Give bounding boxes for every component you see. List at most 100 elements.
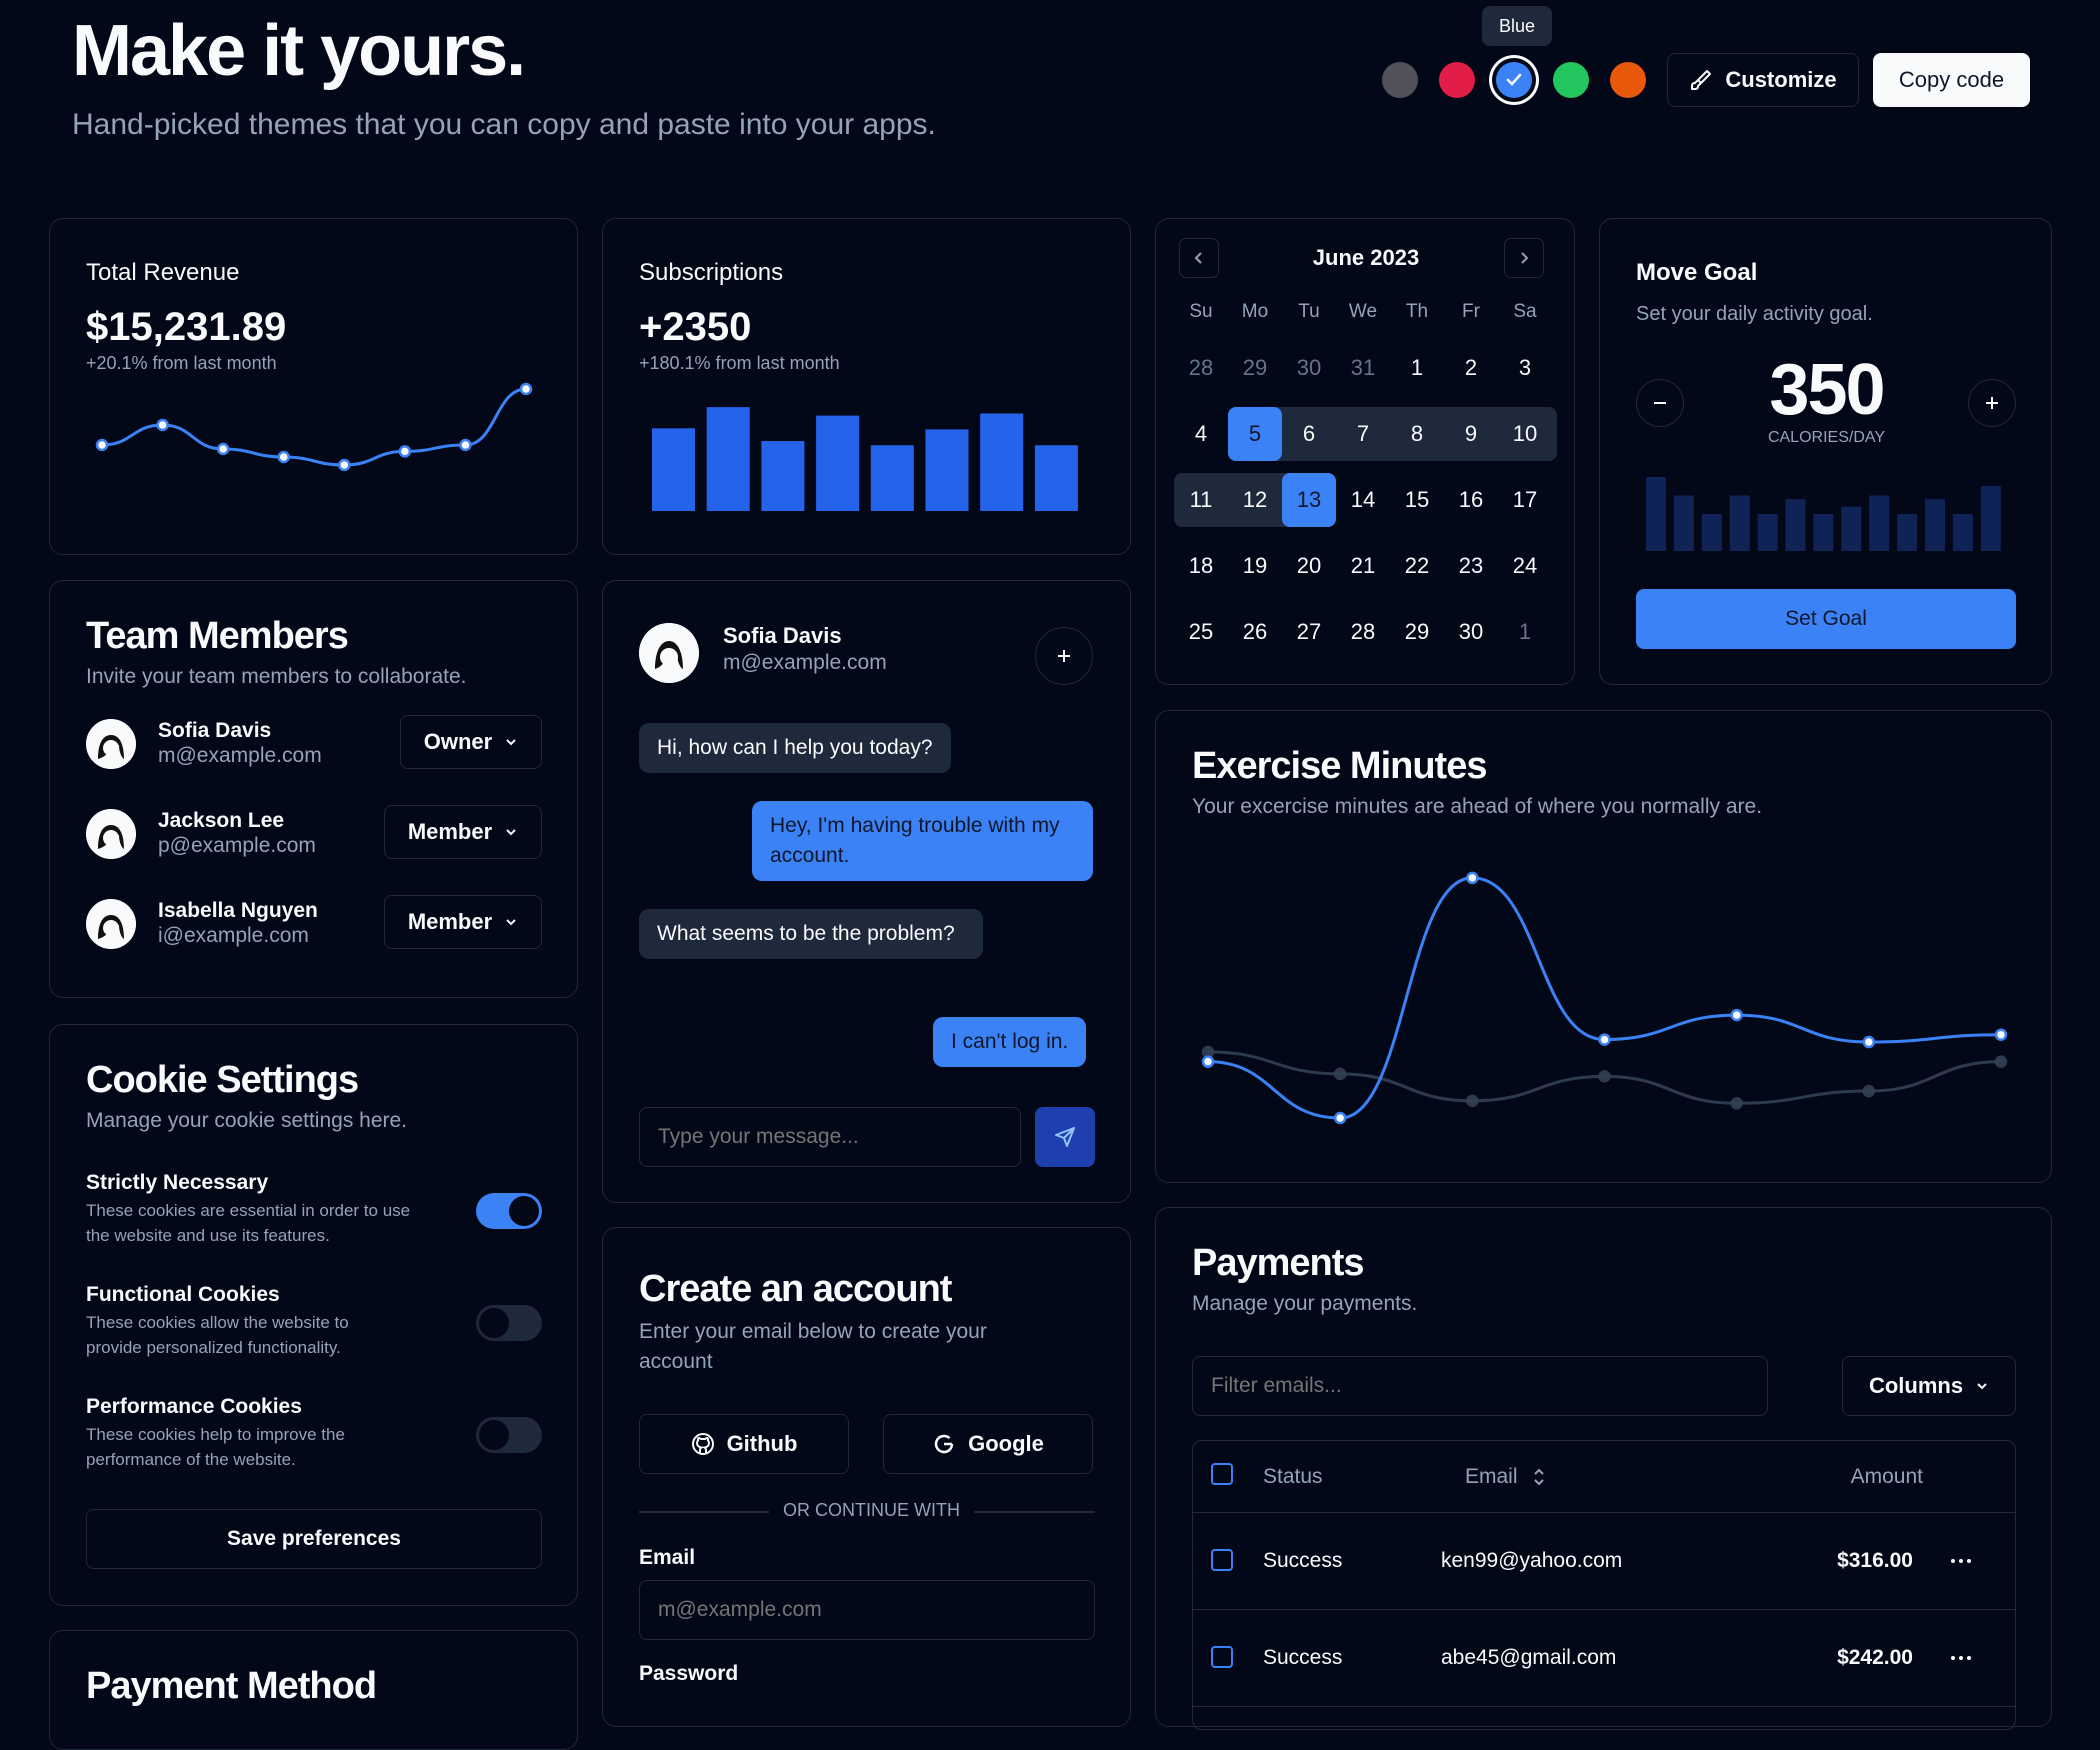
toggle-knob — [509, 1196, 539, 1226]
column-header-status: Status — [1263, 1465, 1323, 1488]
chat-message: Hey, I'm having trouble with my account. — [752, 801, 1093, 881]
exercise-average-point — [1466, 1094, 1479, 1108]
next-month-button[interactable] — [1504, 238, 1544, 278]
page-title: Make it yours. — [72, 11, 526, 91]
calendar-day[interactable]: 9 — [1444, 407, 1498, 461]
row-checkbox[interactable] — [1211, 1549, 1233, 1571]
calendar-day[interactable]: 18 — [1174, 539, 1228, 593]
subscriptions-bar — [761, 441, 805, 511]
set-goal-button[interactable]: Set Goal — [1636, 589, 2016, 649]
exercise-card: Exercise Minutes Your excercise minutes … — [1155, 710, 2052, 1183]
revenue-point — [277, 450, 290, 464]
calendar-day[interactable]: 1 — [1390, 341, 1444, 395]
role-select[interactable]: Owner — [400, 715, 542, 769]
table-row[interactable]: Success ken99@yahoo.com $316.00 — [1193, 1513, 2015, 1610]
calendar-day[interactable]: 1 — [1498, 605, 1552, 659]
calendar-day[interactable]: 29 — [1228, 341, 1282, 395]
calendar-day[interactable]: 3 — [1498, 341, 1552, 395]
goal-bar — [1869, 495, 1890, 551]
calendar-day[interactable]: 21 — [1336, 539, 1390, 593]
calendar-day[interactable]: 17 — [1498, 473, 1552, 527]
row-checkbox[interactable] — [1211, 1646, 1233, 1668]
columns-dropdown[interactable]: Columns — [1842, 1356, 2016, 1416]
calendar-day[interactable]: 27 — [1282, 605, 1336, 659]
toggle-knob — [479, 1308, 509, 1338]
cookie-title: Cookie Settings — [86, 1059, 359, 1101]
calendar-day[interactable]: 15 — [1390, 473, 1444, 527]
calendar-day[interactable]: 5 — [1228, 407, 1282, 461]
member-email: p@example.com — [158, 834, 316, 857]
revenue-point — [95, 438, 109, 452]
email-field[interactable] — [639, 1580, 1095, 1640]
google-button[interactable]: Google — [883, 1414, 1093, 1474]
payments-card: Payments Manage your payments. Columns S… — [1155, 1207, 2052, 1730]
cookie-toggle[interactable] — [476, 1305, 542, 1341]
goal-bar — [1757, 514, 1778, 551]
calendar-day[interactable]: 6 — [1282, 407, 1336, 461]
github-button[interactable]: Github — [639, 1414, 849, 1474]
calendar-day[interactable]: 11 — [1174, 473, 1228, 527]
save-preferences-button[interactable]: Save preferences — [86, 1509, 542, 1569]
calendar-day[interactable]: 28 — [1336, 605, 1390, 659]
cookie-item-description: the website and use its features. — [86, 1226, 330, 1245]
calendar-day[interactable]: 2 — [1444, 341, 1498, 395]
theme-swatch[interactable] — [1553, 62, 1589, 98]
calendar-day[interactable]: 14 — [1336, 473, 1390, 527]
theme-swatch[interactable] — [1439, 62, 1475, 98]
revenue-point — [398, 445, 412, 458]
calendar-day[interactable]: 7 — [1336, 407, 1390, 461]
customize-button[interactable]: Customize — [1667, 53, 1859, 107]
calendar-day[interactable]: 10 — [1498, 407, 1552, 461]
calendar-day[interactable]: 4 — [1174, 407, 1228, 461]
calendar-day[interactable]: 19 — [1228, 539, 1282, 593]
goal-bar — [1897, 514, 1918, 551]
new-message-button[interactable] — [1035, 627, 1093, 685]
calendar-day[interactable]: 30 — [1282, 341, 1336, 395]
subscriptions-bar — [870, 445, 914, 511]
cookie-toggle[interactable] — [476, 1417, 542, 1453]
calendar-day[interactable]: 31 — [1336, 341, 1390, 395]
calendar-day[interactable]: 24 — [1498, 539, 1552, 593]
calendar-day[interactable]: 20 — [1282, 539, 1336, 593]
calendar-day[interactable]: 29 — [1390, 605, 1444, 659]
calendar-day[interactable]: 8 — [1390, 407, 1444, 461]
role-select[interactable]: Member — [384, 805, 542, 859]
subscriptions-bar — [980, 413, 1024, 511]
row-actions-button[interactable] — [1941, 1642, 1981, 1674]
calendar-day[interactable]: 25 — [1174, 605, 1228, 659]
goal-bar — [1646, 477, 1666, 551]
calendar-day[interactable]: 13 — [1282, 473, 1336, 527]
subscriptions-bar-chart — [652, 407, 1078, 511]
select-all-checkbox[interactable] — [1211, 1463, 1233, 1485]
payment-method-card: Payment Method — [49, 1630, 578, 1750]
calendar-day[interactable]: 23 — [1444, 539, 1498, 593]
send-button[interactable] — [1035, 1107, 1095, 1167]
role-select[interactable]: Member — [384, 895, 542, 949]
payments-title: Payments — [1192, 1242, 1365, 1284]
calendar-day[interactable]: 30 — [1444, 605, 1498, 659]
subscriptions-bar — [816, 415, 860, 511]
weekday-label: Mo — [1241, 301, 1269, 322]
avatar — [639, 623, 699, 683]
table-row[interactable]: Success abe45@gmail.com $242.00 — [1193, 1610, 2015, 1707]
theme-swatch[interactable] — [1610, 62, 1646, 98]
calendar-day[interactable]: 28 — [1174, 341, 1228, 395]
tooltip: Blue — [1482, 6, 1552, 46]
theme-swatch[interactable] — [1382, 62, 1418, 98]
message-input[interactable] — [639, 1107, 1021, 1167]
column-header-email[interactable]: Email — [1465, 1465, 1546, 1489]
theme-swatch[interactable] — [1496, 62, 1532, 98]
cookie-toggle[interactable] — [476, 1193, 542, 1229]
copy-code-button[interactable]: Copy code — [1873, 53, 2030, 107]
calendar-day[interactable]: 12 — [1228, 473, 1282, 527]
row-actions-button[interactable] — [1941, 1545, 1981, 1577]
role-label: Owner — [423, 729, 493, 754]
row-status: Success — [1263, 1646, 1343, 1669]
payments-subtitle: Manage your payments. — [1192, 1292, 1418, 1315]
filter-emails-input[interactable] — [1192, 1356, 1768, 1416]
calendar-day[interactable]: 26 — [1228, 605, 1282, 659]
goal-bar — [1813, 514, 1834, 551]
github-icon — [691, 1433, 714, 1455]
calendar-day[interactable]: 16 — [1444, 473, 1498, 527]
calendar-day[interactable]: 22 — [1390, 539, 1444, 593]
